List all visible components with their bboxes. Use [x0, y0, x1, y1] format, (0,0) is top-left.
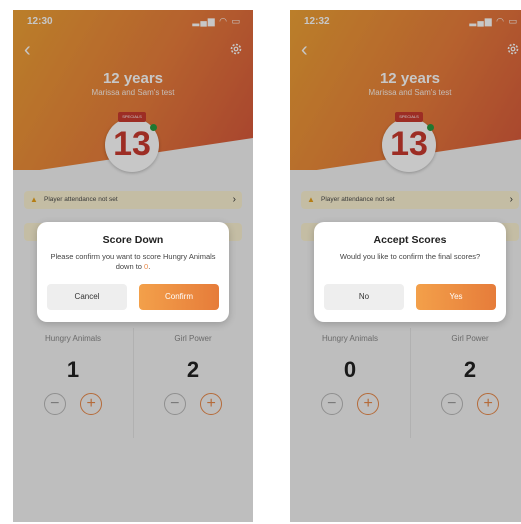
confirm-button[interactable]: Confirm [139, 284, 219, 310]
score-down-dialog: Score Down Please confirm you want to sc… [37, 222, 229, 322]
dialog-message: Would you like to confirm the final scor… [339, 252, 481, 261]
dialog-title: Score Down [102, 234, 164, 246]
cancel-button[interactable]: Cancel [47, 284, 127, 310]
no-button[interactable]: No [324, 284, 404, 310]
yes-button[interactable]: Yes [416, 284, 496, 310]
dialog-title: Accept Scores [373, 234, 447, 246]
phone-screen-accept-scores: 12:32 ▂▄▆ ◠ ▭ ‹ 12 years Marissa and Sam… [290, 10, 521, 522]
dialog-message: Please confirm you want to score Hungry … [50, 252, 216, 271]
phone-screen-score-down: 12:30 ▂▄▆ ◠ ▭ ‹ 12 years Marissa and Sam… [13, 10, 253, 522]
accept-scores-dialog: Accept Scores Would you like to confirm … [314, 222, 506, 322]
